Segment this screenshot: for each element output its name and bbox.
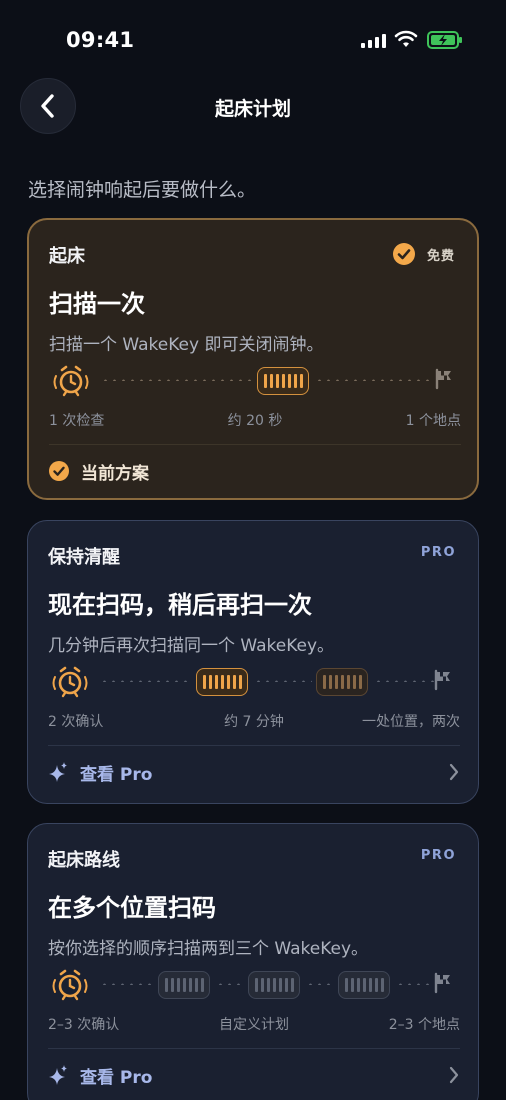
sparkle-icon bbox=[49, 762, 67, 782]
page-title: 起床计划 bbox=[214, 98, 291, 120]
free-badge: 免费 bbox=[392, 243, 455, 265]
scan-step-1 bbox=[158, 971, 210, 999]
meta-locations: 2–3 个地点 bbox=[388, 1017, 460, 1033]
meta-locations: 1 个地点 bbox=[405, 413, 461, 429]
scan-step-2 bbox=[248, 971, 300, 999]
scan-step-active bbox=[257, 367, 309, 395]
chevron-right-icon bbox=[449, 1066, 459, 1084]
view-pro-label: 查看 Pro bbox=[80, 1067, 153, 1088]
status-bar: 09:41 bbox=[0, 0, 506, 80]
pro-badge: PRO bbox=[420, 545, 456, 560]
view-pro-label: 查看 Pro bbox=[80, 764, 153, 785]
plan-timeline bbox=[48, 661, 460, 703]
card-divider bbox=[49, 444, 461, 445]
badge-label: 免费 bbox=[426, 248, 455, 264]
current-plan-label: 当前方案 bbox=[81, 463, 149, 484]
wifi-icon bbox=[394, 30, 418, 47]
chevron-right-icon bbox=[449, 763, 459, 781]
cellular-signal-icon bbox=[361, 33, 386, 48]
meta-duration: 约 20 秒 bbox=[227, 413, 283, 429]
sparkle-icon bbox=[49, 1065, 67, 1085]
view-pro-link[interactable]: 查看 Pro bbox=[48, 757, 460, 787]
plan-timeline bbox=[49, 360, 461, 402]
flag-icon bbox=[434, 972, 450, 994]
plan-timeline bbox=[48, 964, 460, 1006]
view-pro-link[interactable]: 查看 Pro bbox=[48, 1060, 460, 1090]
plan-headline: 扫描一次 bbox=[49, 290, 145, 318]
plan-card-wake-route[interactable]: 起床路线 PRO 在多个位置扫码 按你选择的顺序扫描两到三个 WakeKey。 … bbox=[27, 823, 479, 1100]
plan-kicker: 起床 bbox=[49, 246, 85, 267]
battery-charging-icon bbox=[427, 31, 462, 49]
plan-kicker: 起床路线 bbox=[48, 850, 120, 871]
card-divider bbox=[48, 1048, 460, 1049]
current-plan-indicator: 当前方案 bbox=[49, 456, 461, 486]
scan-step-first bbox=[196, 668, 248, 696]
plan-description: 几分钟后再次扫描同一个 WakeKey。 bbox=[48, 636, 335, 656]
plan-card-wake-up[interactable]: 起床 免费 扫描一次 扫描一个 WakeKey 即可关闭闹钟。 1 次检查 约 … bbox=[27, 218, 479, 500]
alarm-clock-icon bbox=[52, 969, 88, 1001]
flag-icon bbox=[435, 368, 451, 390]
plan-card-stay-awake[interactable]: 保持清醒 PRO 现在扫码，稍后再扫一次 几分钟后再次扫描同一个 WakeKey… bbox=[27, 520, 479, 804]
scan-step-second bbox=[316, 668, 368, 696]
alarm-clock-icon bbox=[52, 666, 88, 698]
check-icon bbox=[392, 243, 415, 265]
page-subtitle: 选择闹钟响起后要做什么。 bbox=[28, 179, 257, 201]
flag-icon bbox=[434, 669, 450, 691]
card-divider bbox=[48, 745, 460, 746]
status-time: 09:41 bbox=[66, 28, 135, 52]
plan-headline: 现在扫码，稍后再扫一次 bbox=[48, 591, 312, 619]
scan-step-3 bbox=[338, 971, 390, 999]
plan-headline: 在多个位置扫码 bbox=[48, 894, 216, 922]
meta-locations: 一处位置，两次 bbox=[362, 714, 460, 730]
check-icon bbox=[49, 461, 69, 481]
plan-description: 扫描一个 WakeKey 即可关闭闹钟。 bbox=[49, 335, 324, 355]
plan-kicker: 保持清醒 bbox=[48, 547, 120, 568]
alarm-clock-icon bbox=[53, 365, 89, 397]
plan-description: 按你选择的顺序扫描两到三个 WakeKey。 bbox=[48, 939, 369, 959]
pro-badge: PRO bbox=[420, 848, 456, 863]
